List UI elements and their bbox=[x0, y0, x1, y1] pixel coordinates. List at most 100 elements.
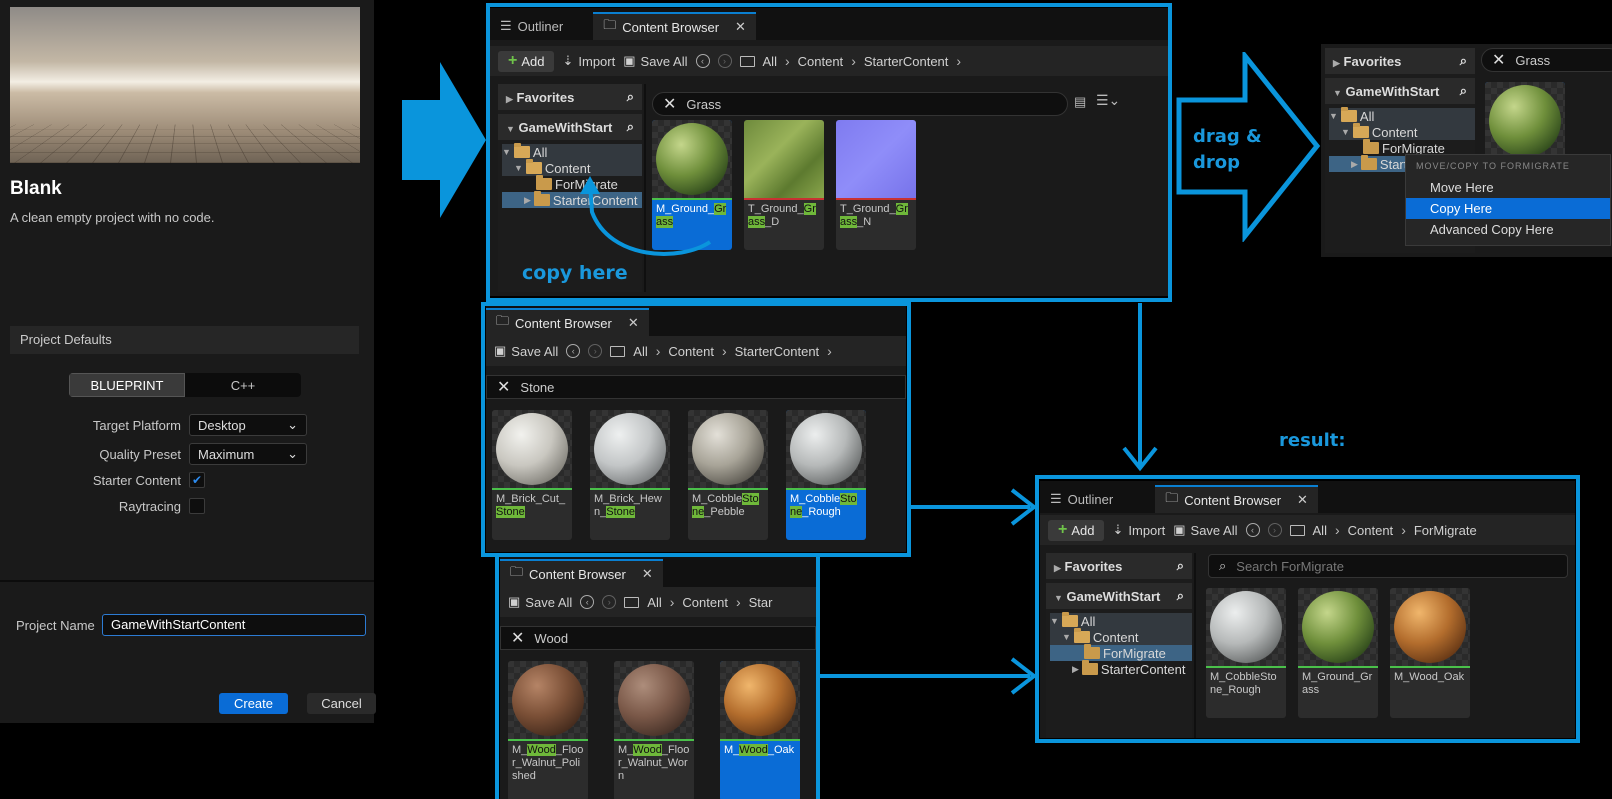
breadcrumb-startercontent[interactable]: Star bbox=[749, 595, 773, 610]
tree-item-formigrate[interactable]: ForMigrate bbox=[1050, 644, 1192, 661]
filter-icon[interactable]: ☰⌄ bbox=[1096, 92, 1120, 109]
asset-tile[interactable]: M_Wood_Floor_Walnut_Polished bbox=[508, 661, 588, 799]
splitter[interactable] bbox=[1194, 553, 1196, 738]
clear-search-icon[interactable]: ✕ bbox=[511, 628, 524, 648]
create-button[interactable]: Create bbox=[219, 693, 288, 714]
search-icon[interactable]: ⌕ bbox=[627, 119, 634, 135]
search-input[interactable]: ✕ Wood bbox=[500, 626, 816, 650]
breadcrumb-content[interactable]: Content bbox=[682, 595, 728, 610]
save-all-button[interactable]: ▣ Save All bbox=[494, 343, 558, 359]
folder-icon[interactable] bbox=[610, 345, 626, 357]
back-icon[interactable]: ‹ bbox=[566, 344, 581, 358]
save-all-button[interactable]: ▣ Save All bbox=[508, 594, 572, 610]
tree-item-content[interactable]: ▼ Content bbox=[1329, 123, 1475, 140]
save-all-button[interactable]: ▣ Save All bbox=[623, 53, 687, 69]
close-icon[interactable]: ✕ bbox=[1297, 492, 1308, 508]
back-icon[interactable]: ‹ bbox=[695, 54, 710, 68]
blueprint-option[interactable]: BLUEPRINT bbox=[69, 373, 185, 397]
folder-icon[interactable] bbox=[739, 55, 755, 67]
import-button[interactable]: ⇣ Import bbox=[1112, 522, 1165, 538]
search-icon[interactable]: ⌕ bbox=[1460, 53, 1467, 69]
forward-icon[interactable]: › bbox=[1267, 523, 1282, 537]
close-icon[interactable]: ✕ bbox=[642, 566, 653, 582]
breadcrumb-all[interactable]: All bbox=[763, 54, 777, 69]
cpp-option[interactable]: C++ bbox=[185, 373, 301, 397]
breadcrumb-all[interactable]: All bbox=[1313, 523, 1327, 538]
asset-tile[interactable]: M_CobbleStone_Rough bbox=[1206, 588, 1286, 718]
tree-item-all[interactable]: ▼ All bbox=[502, 143, 642, 160]
breadcrumb-content[interactable]: Content bbox=[668, 344, 714, 359]
folder-icon[interactable] bbox=[624, 596, 640, 608]
asset-tile[interactable]: M_Wood_Oak bbox=[720, 661, 800, 799]
favorites-header[interactable]: ▶ Favorites ⌕ bbox=[498, 84, 642, 110]
tab-content-browser[interactable]: 🗀 Content Browser ✕ bbox=[500, 559, 663, 587]
search-icon[interactable]: ⌕ bbox=[627, 89, 634, 105]
back-icon[interactable]: ‹ bbox=[580, 595, 595, 609]
project-name-input[interactable]: GameWithStartContent bbox=[102, 614, 366, 636]
search-icon[interactable]: ⌕ bbox=[1177, 588, 1184, 604]
tab-outliner[interactable]: ☰ Outliner bbox=[1040, 485, 1123, 513]
favorites-header[interactable]: ▶ Favorites ⌕ bbox=[1325, 48, 1475, 74]
advanced-copy-here-item[interactable]: Advanced Copy Here bbox=[1406, 219, 1610, 240]
add-button[interactable]: + Add bbox=[1048, 519, 1105, 541]
tree-item-startercontent[interactable]: ▶ StarterContent bbox=[1050, 660, 1192, 677]
folder-icon[interactable] bbox=[1289, 524, 1305, 536]
forward-icon[interactable]: › bbox=[717, 54, 732, 68]
favorites-header[interactable]: ▶ Favorites ⌕ bbox=[1046, 553, 1192, 579]
breadcrumb-content[interactable]: Content bbox=[1348, 523, 1394, 538]
asset-tile[interactable]: M_CobbleStone_Rough bbox=[786, 410, 866, 540]
tab-content-browser[interactable]: 🗀 Content Browser ✕ bbox=[486, 308, 649, 336]
breadcrumb-startercontent[interactable]: StarterContent bbox=[864, 54, 949, 69]
asset-tile[interactable]: M_Brick_Cut_Stone bbox=[492, 410, 572, 540]
search-icon[interactable]: ⌕ bbox=[1460, 83, 1467, 99]
raytracing-checkbox[interactable] bbox=[189, 498, 205, 514]
project-header[interactable]: ▼ GameWithStart ⌕ bbox=[1046, 583, 1192, 609]
breadcrumb-formigrate[interactable]: ForMigrate bbox=[1414, 523, 1477, 538]
asset-tile[interactable]: T_Ground_Grass_D bbox=[744, 120, 824, 250]
tab-outliner[interactable]: ☰ Outliner bbox=[490, 12, 573, 40]
cancel-button[interactable]: Cancel bbox=[307, 693, 376, 714]
tree-item-content[interactable]: ▼ Content bbox=[1050, 628, 1192, 645]
close-icon[interactable]: ✕ bbox=[735, 19, 746, 35]
tree-item-all[interactable]: ▼ All bbox=[1050, 612, 1192, 629]
target-platform-dropdown[interactable]: Desktop ⌄ bbox=[189, 414, 307, 436]
breadcrumb-content[interactable]: Content bbox=[798, 54, 844, 69]
back-icon[interactable]: ‹ bbox=[1245, 523, 1260, 537]
search-input[interactable]: ✕ Stone bbox=[486, 375, 906, 399]
move-here-item[interactable]: Move Here bbox=[1406, 177, 1610, 198]
quality-preset-dropdown[interactable]: Maximum ⌄ bbox=[189, 443, 307, 465]
search-input[interactable]: ✕ Grass bbox=[652, 92, 1068, 116]
asset-tile[interactable]: M_Brick_Hewn_Stone bbox=[590, 410, 670, 540]
asset-tile[interactable]: M_Wood_Oak bbox=[1390, 588, 1470, 718]
search-icon[interactable]: ⌕ bbox=[1177, 558, 1184, 574]
target-platform-value: Desktop bbox=[198, 417, 246, 433]
search-input[interactable]: ⌕ Search ForMigrate bbox=[1208, 554, 1568, 578]
close-icon[interactable]: ✕ bbox=[628, 315, 639, 331]
search-input[interactable]: ✕ Grass bbox=[1481, 48, 1612, 72]
clear-search-icon[interactable]: ✕ bbox=[497, 377, 510, 397]
save-search-icon[interactable]: ▤ bbox=[1074, 94, 1086, 110]
add-button[interactable]: + Add bbox=[498, 50, 555, 72]
copy-here-item[interactable]: Copy Here bbox=[1406, 198, 1610, 219]
import-button[interactable]: ⇣ Import bbox=[562, 53, 615, 69]
template-title: Blank bbox=[10, 178, 62, 199]
asset-tile[interactable]: T_Ground_Grass_N bbox=[836, 120, 916, 250]
tree-item-all[interactable]: ▼ All bbox=[1329, 107, 1475, 124]
tab-content-browser[interactable]: 🗀 Content Browser ✕ bbox=[1155, 485, 1318, 513]
drag-drop-panel: ▶ Favorites ⌕ ▼ GameWithStart ⌕ ▼ All ▼ Cont… bbox=[1321, 44, 1612, 257]
breadcrumb-all[interactable]: All bbox=[633, 344, 647, 359]
project-header[interactable]: ▼ GameWithStart ⌕ bbox=[1325, 78, 1475, 104]
breadcrumb-startercontent[interactable]: StarterContent bbox=[735, 344, 820, 359]
starter-content-checkbox[interactable]: ✔ bbox=[189, 472, 205, 488]
tab-content-browser[interactable]: 🗀 Content Browser ✕ bbox=[593, 12, 756, 40]
breadcrumb-all[interactable]: All bbox=[647, 595, 661, 610]
asset-tile[interactable]: M_Wood_Floor_Walnut_Worn bbox=[614, 661, 694, 799]
save-all-button[interactable]: ▣ Save All bbox=[1173, 522, 1237, 538]
forward-icon[interactable]: › bbox=[588, 344, 603, 358]
clear-search-icon[interactable]: ✕ bbox=[1492, 50, 1505, 70]
asset-tile[interactable]: M_Ground_Grass bbox=[1298, 588, 1378, 718]
forward-icon[interactable]: › bbox=[602, 595, 617, 609]
project-header[interactable]: ▼ GameWithStart ⌕ bbox=[498, 114, 642, 140]
clear-search-icon[interactable]: ✕ bbox=[663, 94, 676, 114]
asset-tile[interactable]: M_CobbleStone_Pebble bbox=[688, 410, 768, 540]
